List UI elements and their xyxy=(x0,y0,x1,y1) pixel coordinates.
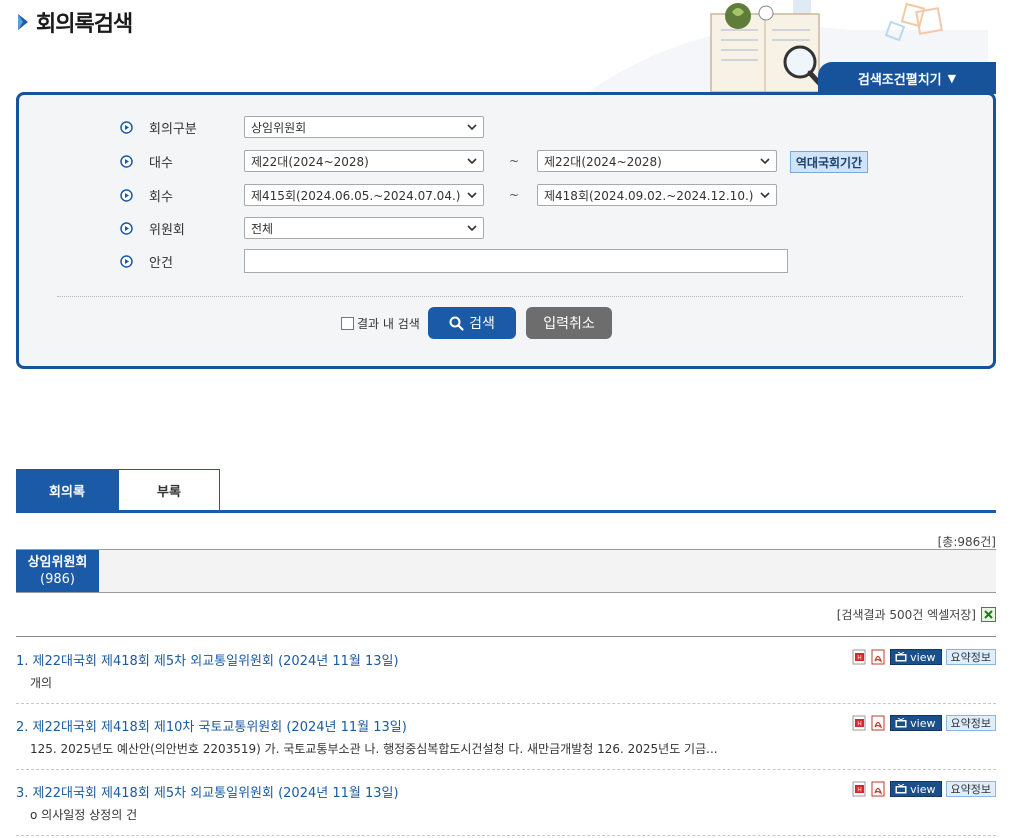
assembly-term-to-select[interactable]: 제22대(2024~2028) xyxy=(537,150,777,172)
result-summary: 개의 xyxy=(30,676,53,690)
result-summary: 125. 2025년도 예산안(의안번호 2203519) 가. 국토교통부소관… xyxy=(30,742,718,756)
view-button-label: view xyxy=(910,650,936,664)
result-item: 2. 제22대국회 제418회 제10차 국토교통위원회 (2024년 11월 … xyxy=(16,703,996,770)
assembly-term-to-value: 제22대(2024~2028) xyxy=(544,154,662,169)
committee-label: 위원회 xyxy=(149,222,185,238)
view-button[interactable]: view xyxy=(890,781,942,797)
meeting-type-select[interactable]: 상임위원회 xyxy=(244,116,484,138)
assembly-period-button[interactable]: 역대국회기간 xyxy=(790,151,868,173)
tab-minutes[interactable]: 회의록 xyxy=(16,469,118,511)
result-title-link[interactable]: 2. 제22대국회 제418회 제10차 국토교통위원회 (2024년 11월 … xyxy=(16,716,407,735)
assembly-term-from-select[interactable]: 제22대(2024~2028) xyxy=(244,150,484,172)
session-label: 회수 xyxy=(149,189,173,205)
circle-arrow-icon xyxy=(120,254,133,268)
session-to-value: 제418회(2024.09.02.~2024.12.10.) xyxy=(544,188,754,203)
result-item: 3. 제22대국회 제418회 제5차 외교통일위원회 (2024년 11월 1… xyxy=(16,769,996,836)
chevron-down-icon xyxy=(467,224,477,231)
page-title: 회의록검색 xyxy=(16,6,133,38)
chevron-down-icon xyxy=(760,191,770,198)
agenda-input[interactable] xyxy=(244,249,788,273)
excel-export[interactable]: [검색결과 500건 엑셀저장] xyxy=(837,606,996,623)
committee-value: 전체 xyxy=(251,221,274,236)
hwp-download-icon[interactable]: H xyxy=(852,781,867,797)
committee-tab-name: 상임위원회 xyxy=(27,555,88,570)
committee-tab-count: (986) xyxy=(40,572,75,587)
summary-info-button[interactable]: 요약정보 xyxy=(945,715,996,731)
result-title-link[interactable]: 3. 제22대국회 제418회 제5차 외교통일위원회 (2024년 11월 1… xyxy=(16,782,399,801)
view-button[interactable]: view xyxy=(890,715,942,731)
triangle-down-icon: ▼ xyxy=(947,71,957,85)
tv-icon xyxy=(895,718,907,728)
checkbox-box[interactable] xyxy=(341,317,354,330)
search-button[interactable]: 검색 xyxy=(428,307,516,339)
tv-icon xyxy=(895,784,907,794)
circle-arrow-icon xyxy=(120,188,133,202)
page-title-text: 회의록검색 xyxy=(36,12,133,37)
svg-text:H: H xyxy=(857,655,862,662)
circle-arrow-icon xyxy=(120,154,133,168)
agenda-label: 안건 xyxy=(149,255,173,271)
view-button-label: view xyxy=(910,782,936,796)
chevron-right-icon xyxy=(18,14,28,30)
tab-appendix[interactable]: 부록 xyxy=(118,469,220,511)
assembly-term-label: 대수 xyxy=(149,155,173,171)
pdf-download-icon[interactable] xyxy=(871,649,886,665)
expand-search-conditions-button[interactable]: 검색조건펼치기 ▼ xyxy=(818,62,996,94)
chevron-down-icon xyxy=(760,157,770,164)
session-from-select[interactable]: 제415회(2024.06.05.~2024.07.04.) xyxy=(244,184,484,206)
result-actions: H view 요약정보 xyxy=(852,715,996,731)
chevron-down-icon xyxy=(467,123,477,130)
assembly-term-from-value: 제22대(2024~2028) xyxy=(251,154,369,169)
committee-select[interactable]: 전체 xyxy=(244,217,484,239)
chevron-down-icon xyxy=(467,157,477,164)
hwp-download-icon[interactable]: H xyxy=(852,715,867,731)
committee-tab-standing[interactable]: 상임위원회 (986) xyxy=(16,550,99,592)
tabs-underline xyxy=(16,510,996,513)
tv-icon xyxy=(895,652,907,662)
magnifier-icon xyxy=(449,316,464,331)
circle-arrow-icon xyxy=(120,120,133,134)
search-panel: 회의구분 상임위원회 대수 제22대(2024~2028) ~ 제22대(202… xyxy=(16,92,996,369)
result-summary: o 의사일정 상정의 건 xyxy=(30,808,138,822)
view-button-label: view xyxy=(910,716,936,730)
result-title-link[interactable]: 1. 제22대국회 제418회 제5차 외교통일위원회 (2024년 11월 1… xyxy=(16,650,399,669)
pdf-download-icon[interactable] xyxy=(871,715,886,731)
result-tabs: 회의록 부록 xyxy=(16,469,220,511)
range-separator: ~ xyxy=(509,188,520,202)
search-button-label: 검색 xyxy=(469,316,495,332)
reset-button[interactable]: 입력취소 xyxy=(526,307,612,339)
svg-text:H: H xyxy=(857,721,862,728)
excel-export-label: [검색결과 500건 엑셀저장] xyxy=(836,608,976,622)
result-actions: H view 요약정보 xyxy=(852,649,996,665)
meeting-type-label: 회의구분 xyxy=(149,121,197,137)
total-count: [총:986건] xyxy=(937,535,996,549)
view-button[interactable]: view xyxy=(890,649,942,665)
expand-search-conditions-label: 검색조건펼치기 xyxy=(857,72,942,88)
session-to-select[interactable]: 제418회(2024.09.02.~2024.12.10.) xyxy=(537,184,777,206)
range-separator: ~ xyxy=(509,154,520,168)
chevron-down-icon xyxy=(467,191,477,198)
excel-icon[interactable] xyxy=(981,607,996,622)
result-item: 1. 제22대국회 제418회 제5차 외교통일위원회 (2024년 11월 1… xyxy=(16,637,996,704)
within-results-label: 결과 내 검색 xyxy=(357,317,420,331)
divider xyxy=(57,296,963,297)
result-actions: H view 요약정보 xyxy=(852,781,996,797)
hwp-download-icon[interactable]: H xyxy=(852,649,867,665)
summary-info-button[interactable]: 요약정보 xyxy=(945,649,996,665)
pdf-download-icon[interactable] xyxy=(871,781,886,797)
session-from-value: 제415회(2024.06.05.~2024.07.04.) xyxy=(251,188,461,203)
svg-text:H: H xyxy=(857,787,862,794)
circle-arrow-icon xyxy=(120,221,133,235)
committee-filter-bar: 상임위원회 (986) xyxy=(16,549,996,593)
summary-info-button[interactable]: 요약정보 xyxy=(945,781,996,797)
meeting-type-value: 상임위원회 xyxy=(251,120,307,135)
within-results-checkbox[interactable]: 결과 내 검색 xyxy=(341,315,420,332)
